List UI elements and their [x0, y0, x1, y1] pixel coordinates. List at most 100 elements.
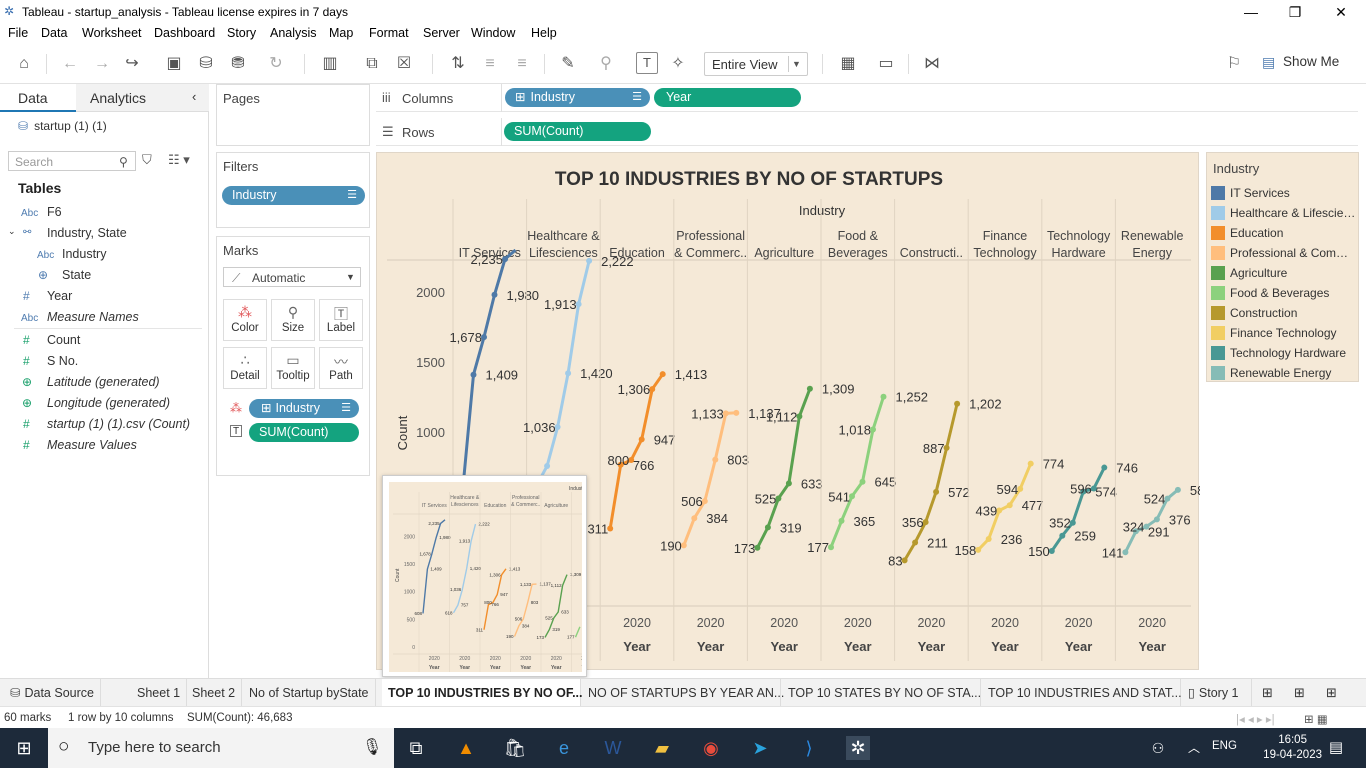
- legend-item[interactable]: Food & Beverages: [1211, 284, 1357, 302]
- tab-sheet-2[interactable]: Sheet 2: [186, 679, 243, 707]
- field-longitude[interactable]: Longitude (generated): [47, 396, 170, 410]
- pages-shelf[interactable]: Pages: [216, 84, 370, 146]
- legend-item[interactable]: Professional & Commercial Services: [1211, 244, 1357, 262]
- menu-story[interactable]: Story: [227, 26, 256, 40]
- field-year[interactable]: Year: [47, 289, 72, 303]
- microphone-icon[interactable]: 🎙: [362, 737, 382, 757]
- tab-data[interactable]: Data: [0, 84, 76, 112]
- show-me-button[interactable]: Show Me: [1283, 54, 1339, 69]
- chevron-down-icon[interactable]: ⌄: [8, 226, 16, 237]
- vlc-icon[interactable]: ▲: [454, 736, 478, 760]
- sheet-nav-icons[interactable]: |◂ ◂ ▸ ▸|: [1236, 712, 1275, 726]
- columns-shelf[interactable]: iii Columns ⊞ Industry ☰ Year: [376, 84, 1358, 112]
- windows-start-icon[interactable]: ⊞: [12, 736, 36, 760]
- new-worksheet-icon[interactable]: ▥: [318, 52, 342, 76]
- tab-story-1[interactable]: ▯ Story 1: [1182, 679, 1252, 707]
- menu-map[interactable]: Map: [329, 26, 353, 40]
- sort-descending-icon[interactable]: ≡: [510, 52, 534, 76]
- mark-type-select[interactable]: ⟋ Automatic ▼: [223, 267, 361, 287]
- fit-view-select[interactable]: Entire View ▼: [704, 52, 808, 76]
- pause-updates-icon[interactable]: ⛃: [226, 52, 250, 76]
- file-explorer-icon[interactable]: ▰: [650, 736, 674, 760]
- replay-icon[interactable]: ↪: [120, 52, 144, 76]
- legend-item[interactable]: IT Services: [1211, 184, 1357, 202]
- tab-no-of-startup-by-state[interactable]: No of Startup byState: [243, 679, 376, 707]
- legend-item[interactable]: Agriculture: [1211, 264, 1357, 282]
- columns-pill-year[interactable]: Year: [654, 88, 801, 107]
- group-members-icon[interactable]: ⚲: [594, 52, 618, 76]
- tab-top-10-states[interactable]: TOP 10 STATES BY NO OF STA...: [782, 679, 981, 707]
- new-dashboard-icon[interactable]: ⊞: [1294, 685, 1305, 701]
- tab-data-source[interactable]: ⛁ Data Source: [4, 679, 101, 707]
- taskbar-search-input[interactable]: ○ Type here to search 🎙: [48, 728, 394, 768]
- legend-item[interactable]: Construction: [1211, 304, 1357, 322]
- filter-pill-industry[interactable]: Industry ☰: [222, 186, 365, 205]
- new-story-icon[interactable]: ⊞: [1326, 685, 1337, 701]
- rows-shelf[interactable]: ☰ Rows SUM(Count): [376, 118, 1358, 146]
- show-cards-icon[interactable]: ▦: [836, 52, 860, 76]
- menu-dashboard[interactable]: Dashboard: [154, 26, 215, 40]
- field-measure-names[interactable]: Measure Names: [47, 310, 139, 324]
- notifications-icon[interactable]: ▤: [1324, 736, 1348, 760]
- language-indicator[interactable]: ENG: [1212, 740, 1237, 752]
- edge-icon[interactable]: e: [552, 736, 576, 760]
- vscode-icon[interactable]: ⟩: [797, 736, 821, 760]
- columns-pill-industry[interactable]: ⊞ Industry ☰: [505, 88, 650, 107]
- menu-data[interactable]: Data: [41, 26, 67, 40]
- field-state[interactable]: State: [62, 268, 91, 282]
- clear-sheet-icon[interactable]: ☒: [392, 52, 416, 76]
- marks-size-button[interactable]: ⚲ Size: [271, 299, 315, 341]
- people-icon[interactable]: ⚇: [1146, 736, 1170, 760]
- chrome-icon[interactable]: ◉: [699, 736, 723, 760]
- field-csv-count[interactable]: startup (1) (1).csv (Count): [47, 417, 190, 431]
- menu-help[interactable]: Help: [531, 26, 557, 40]
- marks-pill-sum-count[interactable]: SUM(Count): [249, 423, 359, 442]
- field-count[interactable]: Count: [47, 333, 80, 347]
- new-worksheet-icon[interactable]: ⊞: [1262, 685, 1273, 701]
- share-icon[interactable]: ⋈: [920, 52, 944, 76]
- legend-item[interactable]: Renewable Energy: [1211, 364, 1357, 382]
- marks-color-button[interactable]: ⁂ Color: [223, 299, 267, 341]
- sheet-sorter-icon[interactable]: ⊞ ▦: [1304, 712, 1328, 726]
- color-legend[interactable]: Industry IT Services Healthcare & Lifesci…: [1206, 152, 1359, 382]
- home-icon[interactable]: ⌂: [12, 52, 36, 76]
- tab-analytics[interactable]: Analytics ‹: [76, 84, 209, 112]
- field-industry[interactable]: Industry: [62, 247, 106, 261]
- redo-icon[interactable]: →: [90, 52, 114, 76]
- marks-label-button[interactable]: 🅃 Label: [319, 299, 363, 341]
- refresh-icon[interactable]: ↻: [264, 52, 288, 76]
- legend-item[interactable]: Finance Technology: [1211, 324, 1357, 342]
- telegram-icon[interactable]: ➤: [748, 736, 772, 760]
- close-icon[interactable]: ✕: [1318, 2, 1364, 22]
- marks-pill-industry[interactable]: ⊞ Industry ☰: [249, 399, 359, 418]
- store-icon[interactable]: 🛍: [503, 736, 527, 760]
- duplicate-sheet-icon[interactable]: ⧉: [360, 52, 384, 76]
- marks-detail-button[interactable]: ∴ Detail: [223, 347, 267, 389]
- legend-item[interactable]: Education: [1211, 224, 1357, 242]
- menu-format[interactable]: Format: [369, 26, 409, 40]
- datasource-item[interactable]: ⛁ startup (1) (1): [18, 119, 107, 133]
- task-view-icon[interactable]: ⧉: [404, 736, 428, 760]
- new-datasource-icon[interactable]: ⛁: [194, 52, 218, 76]
- presentation-mode-icon[interactable]: ▭: [874, 52, 898, 76]
- legend-item[interactable]: Healthcare & Lifesciences: [1211, 204, 1357, 222]
- marks-tooltip-button[interactable]: ▭ Tooltip: [271, 347, 315, 389]
- show-mark-labels-icon[interactable]: T: [636, 52, 658, 74]
- field-s-no[interactable]: S No.: [47, 354, 78, 368]
- field-latitude[interactable]: Latitude (generated): [47, 375, 160, 389]
- field-measure-values[interactable]: Measure Values: [47, 438, 137, 452]
- tableau-taskbar-icon[interactable]: ✲: [846, 736, 870, 760]
- menu-file[interactable]: File: [8, 26, 28, 40]
- marks-path-button[interactable]: 〰 Path: [319, 347, 363, 389]
- highlight-icon[interactable]: ✎: [556, 52, 580, 76]
- minimize-icon[interactable]: —: [1228, 2, 1274, 22]
- view-options-icon[interactable]: ☷ ▾: [168, 152, 190, 168]
- filters-shelf[interactable]: Filters Industry ☰: [216, 152, 370, 228]
- word-icon[interactable]: W: [601, 736, 625, 760]
- swap-rows-columns-icon[interactable]: ⇅: [446, 52, 470, 76]
- undo-icon[interactable]: ←: [58, 52, 82, 76]
- tab-no-of-startups-by-year[interactable]: NO OF STARTUPS BY YEAR AN...: [582, 679, 784, 707]
- field-f6[interactable]: F6: [47, 205, 62, 219]
- restore-icon[interactable]: ❐: [1272, 2, 1318, 22]
- menu-window[interactable]: Window: [471, 26, 515, 40]
